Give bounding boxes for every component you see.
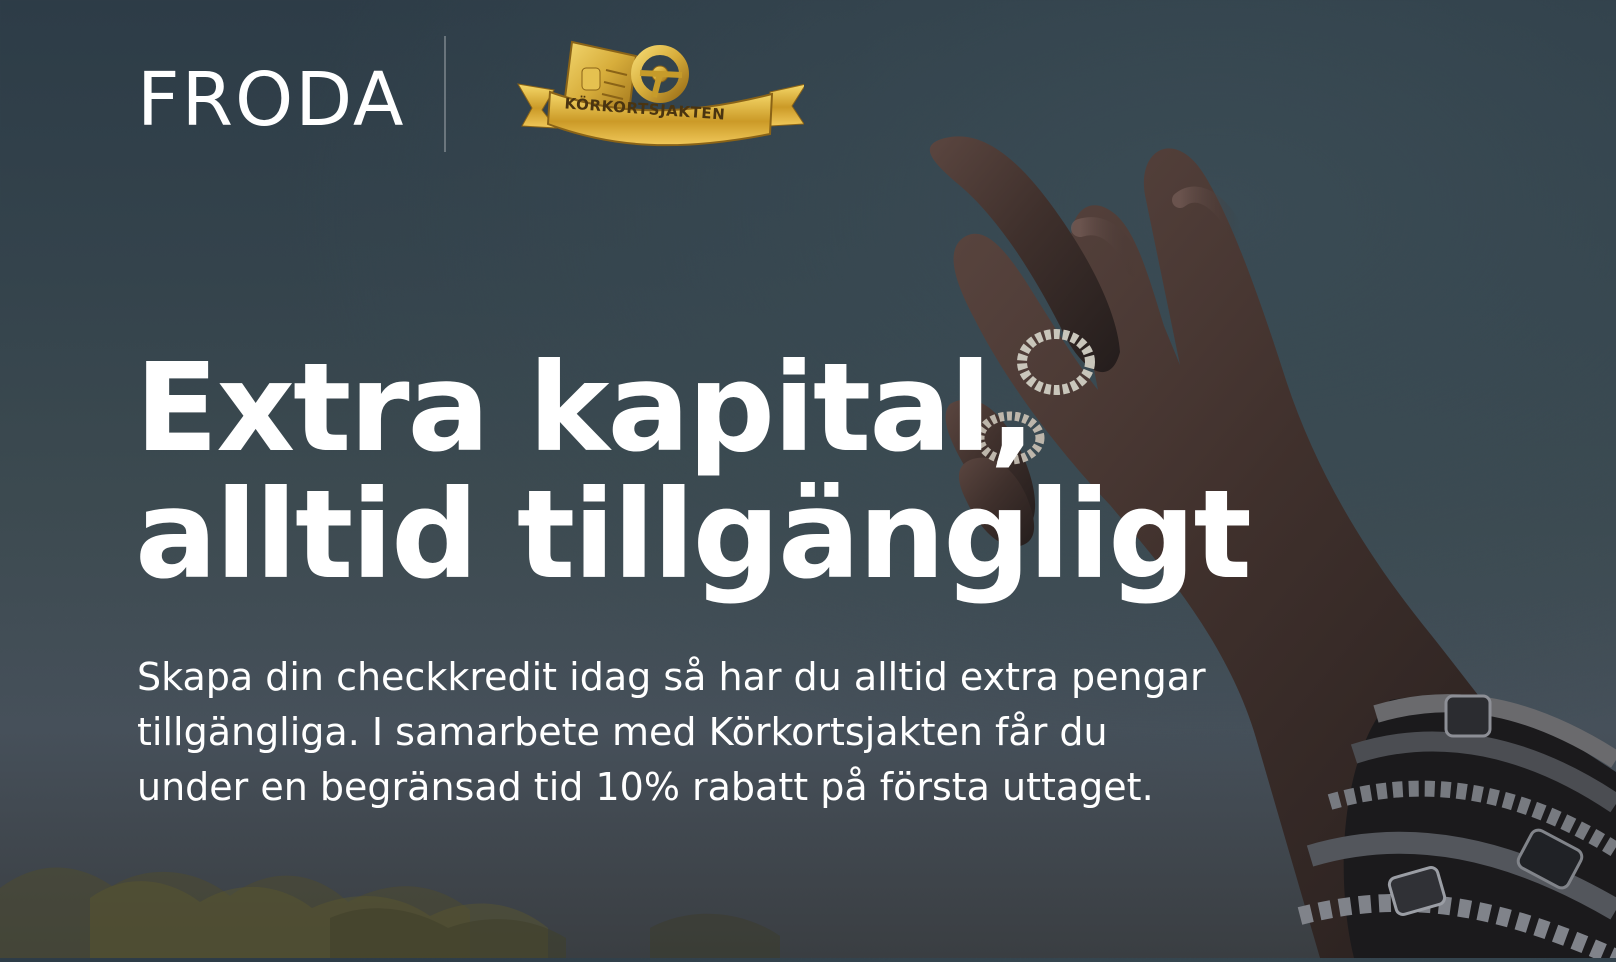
korkortsjakten-logo[interactable]: KÖRKORTSJAKTEN [484,40,804,148]
hero-banner: FRODA KÖRKORTSJAKTEN Extra kapital, allt… [0,0,1616,962]
hero-description: Skapa din checkkredit idag så har du all… [137,655,1206,809]
site-header: FRODA KÖRKORTSJAKTEN [137,36,804,152]
headline-line-1: Extra kapital, [135,337,1036,479]
headline-line-2: alltid tillgängligt [135,464,1252,606]
froda-logo[interactable]: FRODA [137,63,406,137]
page-title: Extra kapital, alltid tillgängligt [135,345,1255,599]
logo-divider [443,36,446,152]
driving-license-steering-wheel-icon [516,40,804,147]
